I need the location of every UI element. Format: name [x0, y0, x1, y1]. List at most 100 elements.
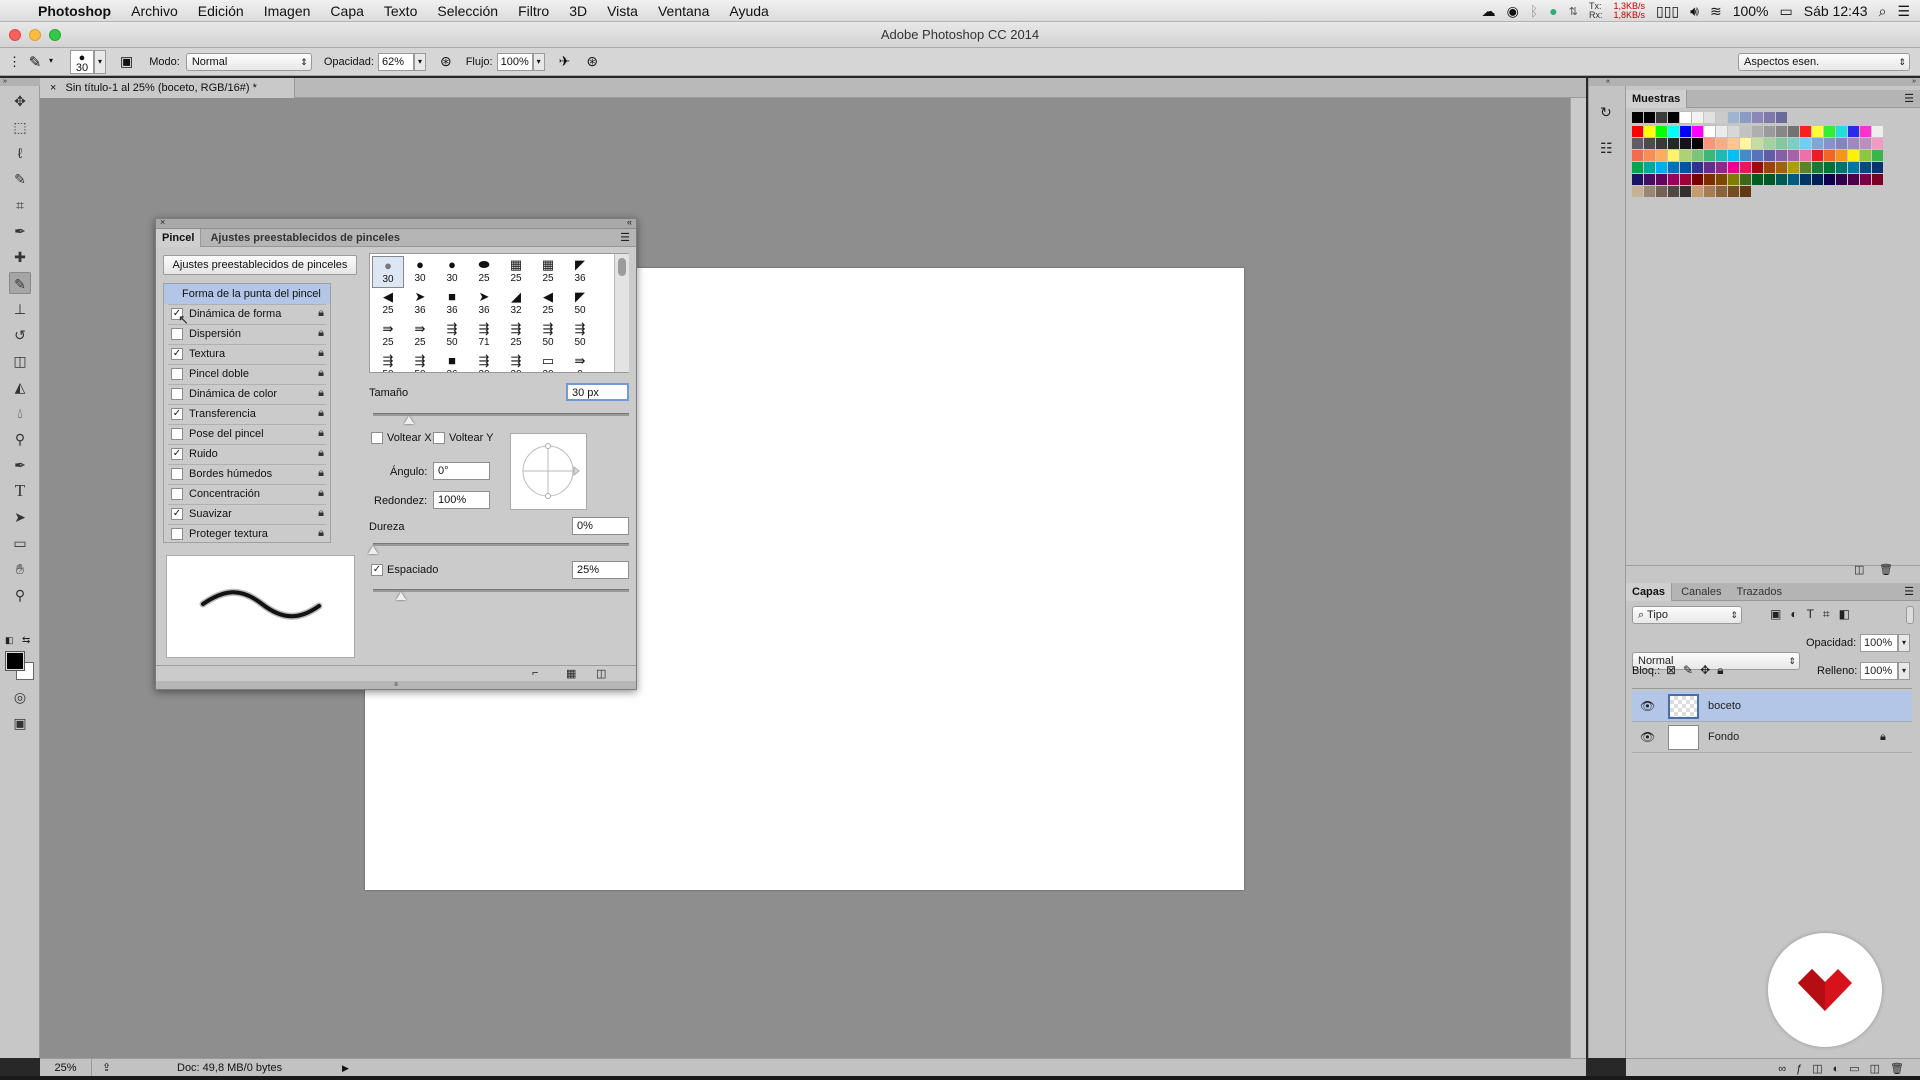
brush-tip-15[interactable]: ⇛ 25: [404, 320, 436, 352]
swatch[interactable]: [1728, 162, 1739, 173]
swatch[interactable]: [1776, 150, 1787, 161]
swatch[interactable]: [1752, 162, 1763, 173]
swatch[interactable]: [1728, 174, 1739, 185]
rectangle-tool-icon[interactable]: ▭: [9, 532, 31, 554]
brush-tip-18[interactable]: ⇶ 25: [500, 320, 532, 352]
spotlight-search-icon[interactable]: ⌕: [1879, 3, 1887, 20]
menu-filtro[interactable]: Filtro: [508, 3, 559, 19]
swatch[interactable]: [1740, 138, 1751, 149]
swatch[interactable]: [1716, 126, 1727, 137]
brush-panel-menu-icon[interactable]: ☰: [620, 229, 630, 247]
swatch[interactable]: [1752, 150, 1763, 161]
brush-option-checkbox[interactable]: [171, 328, 183, 340]
swatch[interactable]: [1704, 150, 1715, 161]
swatch[interactable]: [1776, 138, 1787, 149]
swatch[interactable]: [1824, 174, 1835, 185]
swatch[interactable]: [1716, 112, 1727, 123]
notification-center-icon[interactable]: ☰: [1897, 3, 1910, 20]
swatch[interactable]: [1824, 138, 1835, 149]
spacing-input[interactable]: 25%: [572, 561, 629, 579]
toggle-live-tip-icon[interactable]: ⌐: [532, 667, 538, 679]
brush-option-5[interactable]: 🔒︎ Dinámica de color: [164, 384, 330, 404]
swatch[interactable]: [1716, 150, 1727, 161]
brush-option-9[interactable]: 🔒︎ Bordes húmedos: [164, 464, 330, 484]
brush-tool-icon[interactable]: ✎: [9, 272, 31, 294]
menu-imagen[interactable]: Imagen: [254, 3, 321, 19]
menu-texto[interactable]: Texto: [374, 3, 427, 19]
menu-3d[interactable]: 3D: [559, 3, 597, 19]
blur-tool-icon[interactable]: 💧︎: [9, 402, 31, 424]
brush-option-checkbox[interactable]: ✓: [171, 408, 183, 420]
brush-tip-8[interactable]: ➤ 36: [404, 288, 436, 320]
swatch[interactable]: [1692, 150, 1703, 161]
swatch[interactable]: [1848, 150, 1859, 161]
brush-option-4[interactable]: 🔒︎ Pincel doble: [164, 364, 330, 384]
lock-icon[interactable]: 🔒︎: [318, 347, 324, 359]
lock-options-icons[interactable]: ⊠✎✥🔒︎: [1666, 663, 1731, 678]
swatch[interactable]: [1668, 112, 1679, 123]
brush-tip-20[interactable]: ⇶ 50: [564, 320, 596, 352]
bluetooth-icon[interactable]: ᛒ: [1530, 3, 1538, 19]
brush-tip-24[interactable]: ⇶30: [468, 352, 500, 372]
swatch[interactable]: [1644, 112, 1655, 123]
swatch[interactable]: [1824, 126, 1835, 137]
flip-y-checkbox[interactable]: [433, 432, 445, 444]
swatch[interactable]: [1644, 174, 1655, 185]
minimize-window-button[interactable]: [29, 29, 41, 41]
crop-tool-icon[interactable]: ⌗: [9, 194, 31, 216]
swatch[interactable]: [1788, 126, 1799, 137]
spacing-slider[interactable]: [373, 589, 629, 592]
swatch[interactable]: [1728, 186, 1739, 197]
layers-footer-icons[interactable]: ∞ƒ◫◐▭◫🗑︎: [1626, 1058, 1920, 1078]
menu-vista[interactable]: Vista: [597, 3, 648, 19]
brush-tip-10[interactable]: ➤ 36: [468, 288, 500, 320]
layer-filter-select[interactable]: ⌕ Tipo: [1632, 606, 1742, 624]
swatch[interactable]: [1776, 174, 1787, 185]
wifi-icon[interactable]: ≋: [1710, 3, 1722, 20]
lasso-tool-icon[interactable]: ℓ: [9, 142, 31, 164]
tab-brush-presets[interactable]: Ajustes preestablecidos de pinceles: [204, 229, 406, 247]
swatch[interactable]: [1776, 112, 1787, 123]
swatch[interactable]: [1679, 111, 1692, 124]
layer-row-fondo[interactable]: 👁︎ Fondo 🔒︎: [1632, 722, 1912, 753]
zoom-window-button[interactable]: [49, 29, 61, 41]
dock-collapse-icon[interactable]: »: [1626, 78, 1920, 86]
dodge-tool-icon[interactable]: ⚲: [9, 428, 31, 450]
flip-x-checkbox[interactable]: [371, 432, 383, 444]
eraser-tool-icon[interactable]: ◫: [9, 350, 31, 372]
properties-panel-icon[interactable]: ☷: [1600, 140, 1613, 157]
swatch[interactable]: [1740, 126, 1751, 137]
pressure-size-icon[interactable]: ⊛: [586, 53, 598, 70]
angle-input[interactable]: 0°: [433, 462, 490, 480]
size-input[interactable]: 30 px: [566, 383, 629, 401]
brush-tip-2[interactable]: ● 30: [436, 256, 468, 288]
menu-app-photoshop[interactable]: Photoshop: [30, 3, 121, 19]
tab-swatches[interactable]: Muestras: [1626, 90, 1688, 108]
swatch[interactable]: [1644, 138, 1655, 149]
brush-option-checkbox[interactable]: ✓: [171, 448, 183, 460]
brush-tip-4[interactable]: ▦ 25: [500, 256, 532, 288]
document-tab[interactable]: × Sin título-1 al 25% (boceto, RGB/16#) …: [40, 78, 295, 98]
lock-icon[interactable]: 🔒︎: [318, 487, 324, 499]
layer-filter-icons[interactable]: ▣◐T⌗◧: [1770, 607, 1859, 622]
visibility-eye-icon[interactable]: 👁︎: [1640, 691, 1655, 722]
zoom-tool-icon[interactable]: ⚲: [9, 584, 31, 606]
eyedropper-tool-icon[interactable]: ✒: [9, 220, 31, 242]
clone-stamp-tool-icon[interactable]: ⊥: [9, 298, 31, 320]
delete-swatch-icon[interactable]: 🗑︎: [1879, 563, 1893, 576]
swatch[interactable]: [1692, 186, 1703, 197]
brush-option-checkbox[interactable]: [171, 488, 183, 500]
brush-option-checkbox[interactable]: [171, 528, 183, 540]
swatch[interactable]: [1812, 138, 1823, 149]
swatch[interactable]: [1860, 174, 1871, 185]
filter-toggle[interactable]: [1906, 606, 1914, 624]
clock[interactable]: Sáb 12:43: [1804, 3, 1868, 19]
swatch[interactable]: [1716, 186, 1727, 197]
swatch[interactable]: [1752, 126, 1763, 137]
collapse-panel-icon[interactable]: «: [627, 217, 632, 227]
swatch[interactable]: [1656, 126, 1667, 137]
swatch[interactable]: [1680, 162, 1691, 173]
swatch[interactable]: [1812, 150, 1823, 161]
swatch[interactable]: [1668, 162, 1679, 173]
swatch[interactable]: [1740, 186, 1751, 197]
